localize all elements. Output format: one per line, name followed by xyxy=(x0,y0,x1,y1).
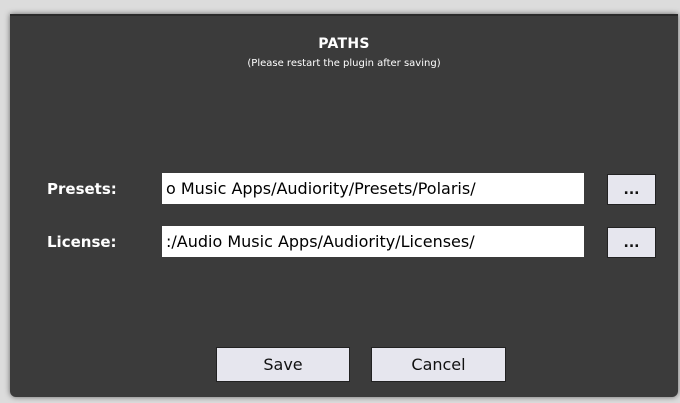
dialog-top-border xyxy=(10,14,678,16)
paths-dialog: PATHS (Please restart the plugin after s… xyxy=(10,14,678,397)
dialog-subtitle: (Please restart the plugin after saving) xyxy=(247,58,441,69)
presets-browse-button[interactable]: ... xyxy=(607,174,656,205)
license-label: License: xyxy=(47,233,117,251)
cancel-button[interactable]: Cancel xyxy=(371,347,506,382)
license-path-field[interactable]: :/Audio Music Apps/Audiority/Licenses/ xyxy=(162,226,584,257)
presets-label: Presets: xyxy=(47,180,117,198)
dialog-title: PATHS xyxy=(318,36,370,52)
license-browse-button[interactable]: ... xyxy=(607,227,656,258)
presets-path-value: o Music Apps/Audiority/Presets/Polaris/ xyxy=(166,179,476,198)
presets-path-field[interactable]: o Music Apps/Audiority/Presets/Polaris/ xyxy=(162,173,584,204)
save-button[interactable]: Save xyxy=(216,347,350,382)
license-path-value: :/Audio Music Apps/Audiority/Licenses/ xyxy=(166,232,475,251)
